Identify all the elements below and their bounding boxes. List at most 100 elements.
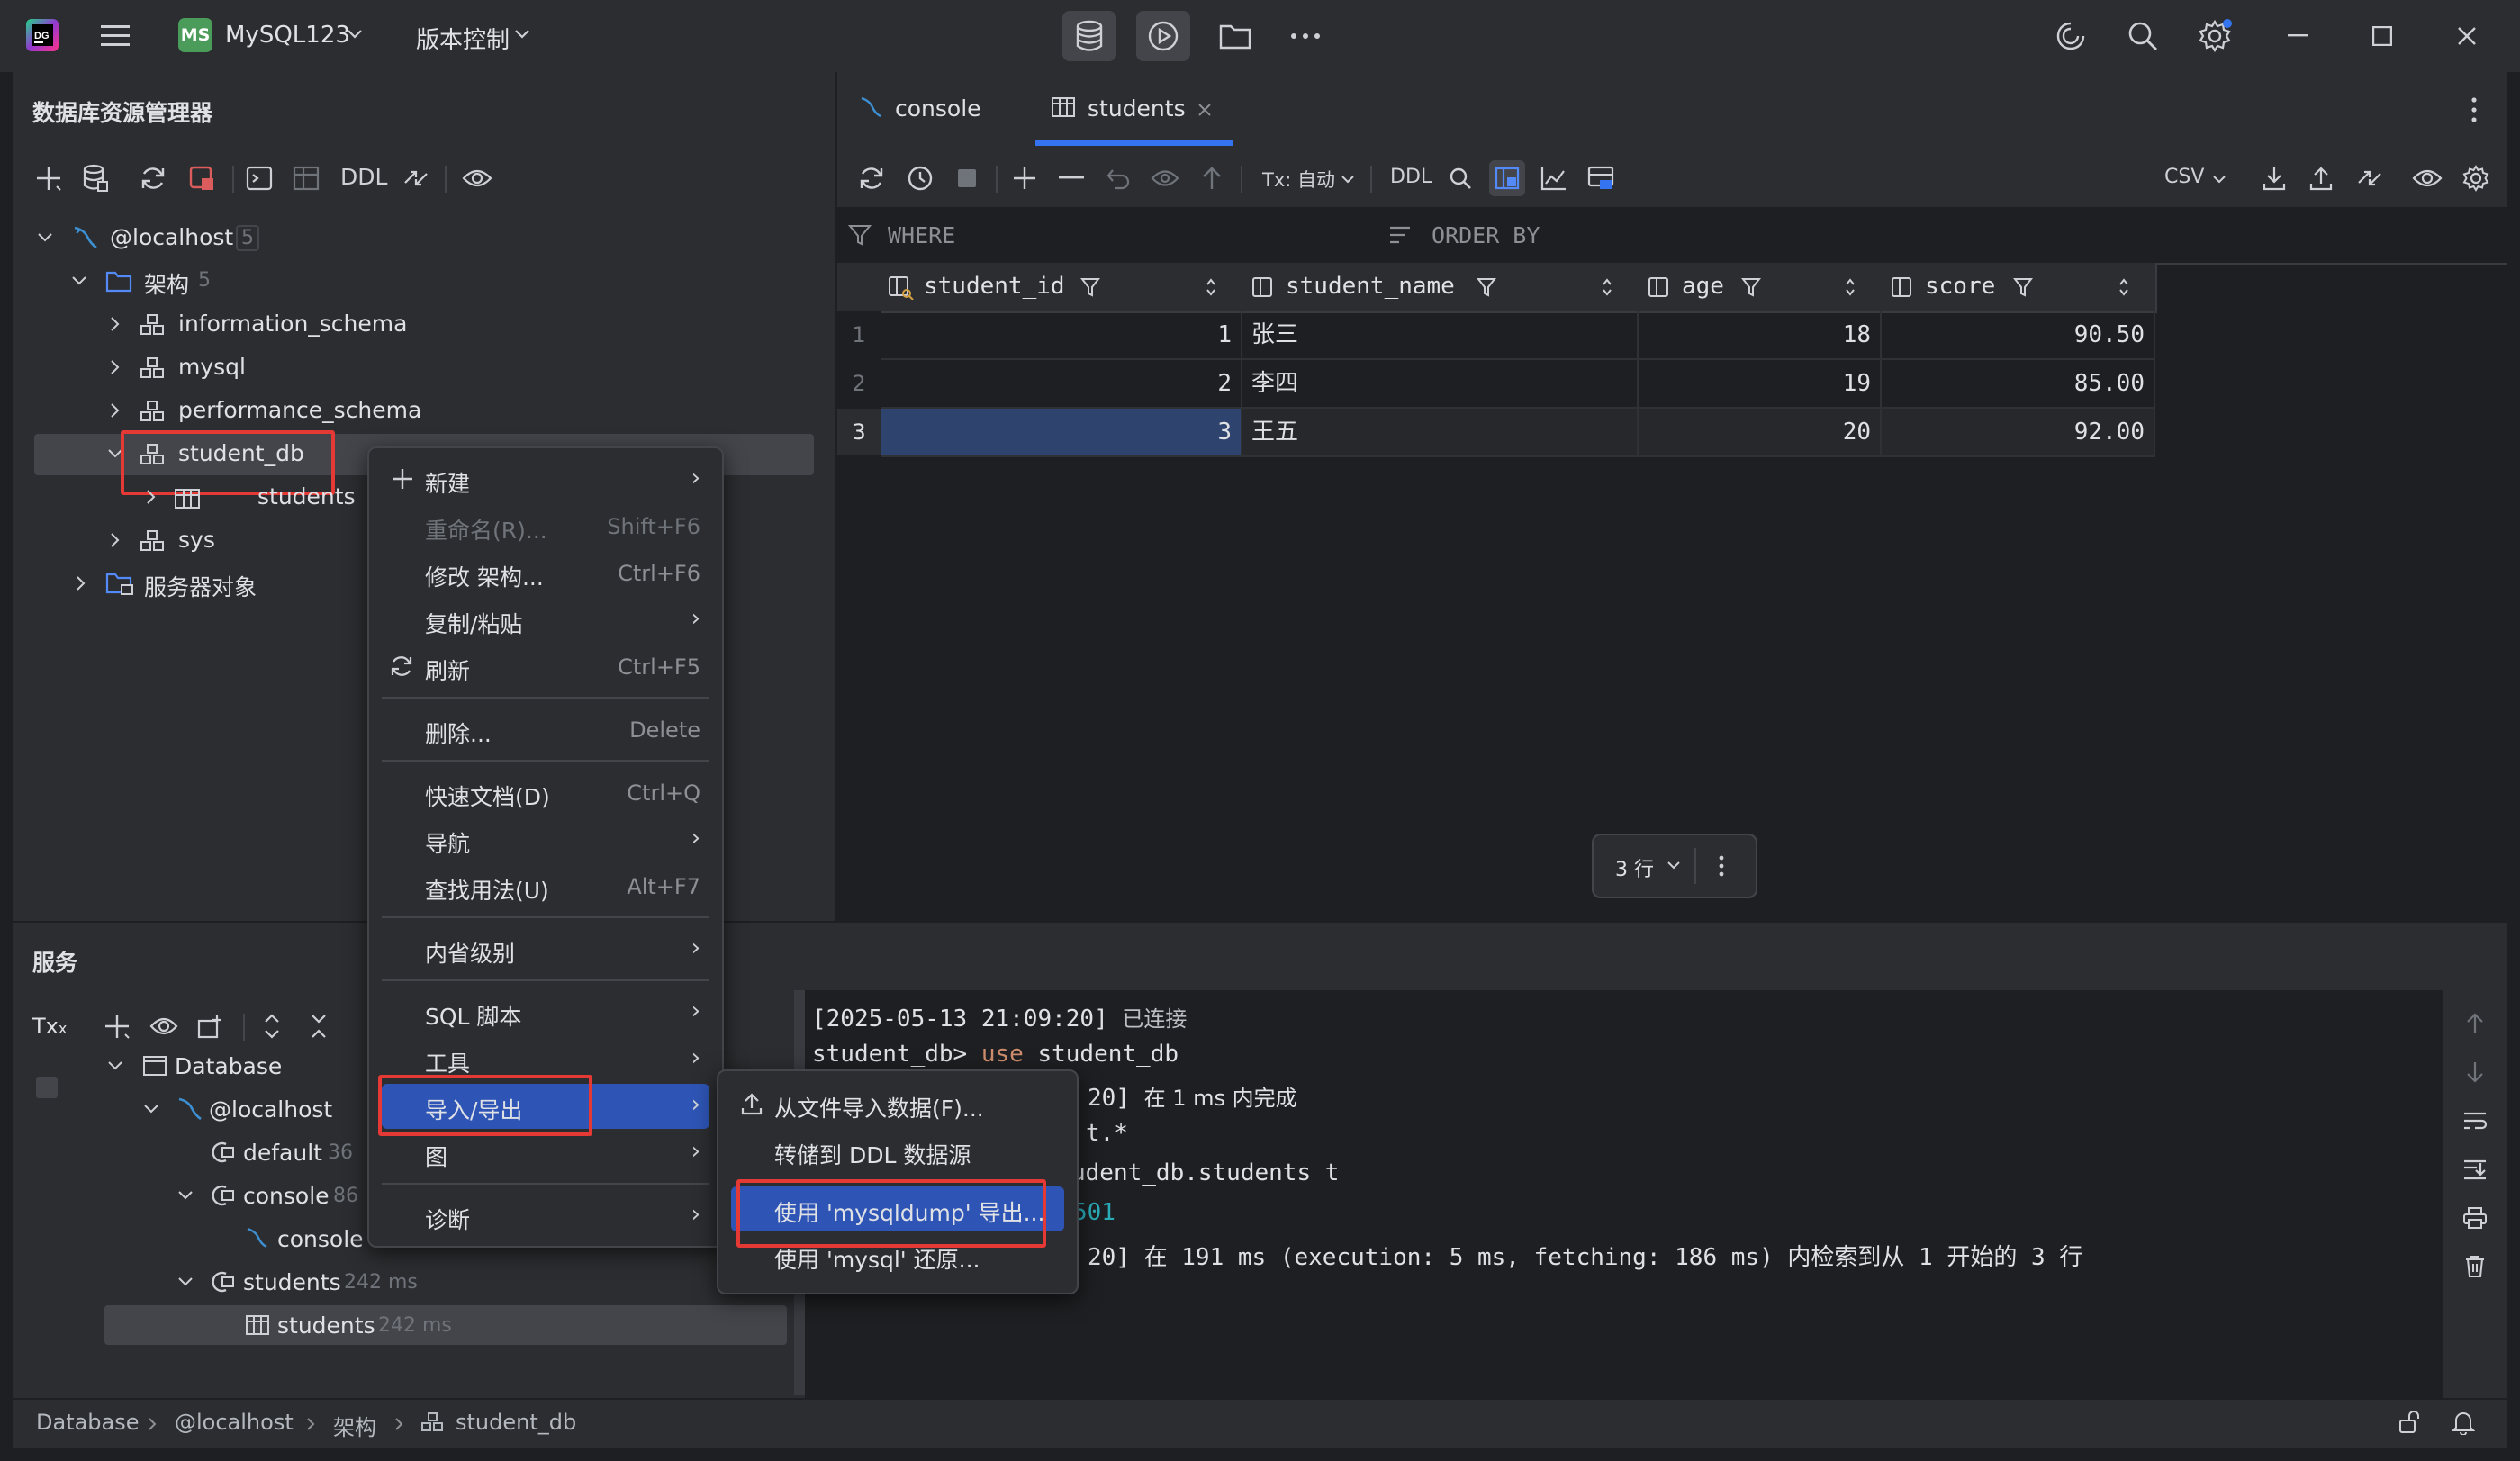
cell-score[interactable]: 90.50 [1882,311,2155,360]
breadcrumb-item[interactable]: Database [36,1410,140,1435]
menu-item-diagram[interactable]: 图 › [382,1131,709,1176]
cell-age[interactable]: 19 [1639,360,1882,409]
add-row-icon[interactable] [1008,162,1041,194]
notifications-bell-icon[interactable] [2449,1408,2478,1437]
cell-student-id[interactable]: 2 [881,360,1242,409]
row-count-selector[interactable]: 3 行 [1615,853,1654,882]
chevron-right-icon[interactable] [142,488,160,506]
ai-assistant-icon[interactable] [2051,16,2091,56]
column-header-student-id[interactable]: student_id [881,263,1244,313]
scroll-up-icon[interactable] [2461,1010,2488,1037]
cell-score[interactable]: 92.00 [1882,409,2155,457]
cell-age[interactable]: 20 [1639,409,1882,457]
chevron-right-icon[interactable] [72,574,90,592]
menu-item-new[interactable]: 新建 › [382,457,709,502]
view-options-eye-icon[interactable] [459,162,495,194]
menu-item-sql-scripts[interactable]: SQL 脚本 › [382,990,709,1035]
menu-item-introspection-level[interactable]: 内省级别 › [382,927,709,972]
cell-score[interactable]: 85.00 [1882,360,2155,409]
order-by-input[interactable]: ORDER BY [1432,222,1540,248]
chevron-down-icon[interactable] [70,272,88,290]
soft-wrap-icon[interactable] [2461,1107,2488,1134]
print-icon[interactable] [2461,1204,2488,1231]
sort-toggle-icon[interactable] [2110,274,2137,301]
submit-arrow-up-icon[interactable] [1196,162,1228,194]
menu-item-find-usages[interactable]: 查找用法(U) Alt+F7 [382,864,709,909]
menu-item-modify-schema[interactable]: 修改 架构... Ctrl+F6 [382,551,709,596]
chevron-right-icon[interactable] [106,315,124,333]
cell-student-id-selected[interactable]: 3 [881,409,1242,457]
read-only-lock-icon[interactable] [2395,1408,2424,1437]
chevron-down-icon[interactable] [36,229,54,247]
sort-toggle-icon[interactable] [1594,274,1621,301]
value-editor-toggle-icon[interactable] [1489,160,1525,196]
stop-icon[interactable] [951,162,983,194]
chevron-right-icon[interactable] [106,531,124,549]
minimize-icon[interactable] [2278,20,2317,52]
menu-item-diagnostics[interactable]: 诊断 › [382,1194,709,1239]
column-header-age[interactable]: age [1639,263,1883,313]
database-icon[interactable] [1062,11,1116,61]
where-filter-input[interactable]: WHERE [888,222,955,248]
revert-icon[interactable] [1102,162,1134,194]
collapse-all-icon[interactable] [303,1010,335,1042]
chevron-down-icon[interactable] [106,1057,124,1075]
menu-item-copy-paste[interactable]: 复制/粘贴 › [382,598,709,643]
column-header-score[interactable]: score [1882,263,2157,313]
sort-toggle-icon[interactable] [1197,274,1224,301]
chevron-right-icon[interactable] [106,358,124,376]
delete-row-icon[interactable] [1055,162,1088,194]
grid-layout-icon[interactable] [1585,162,1617,194]
scroll-down-icon[interactable] [2461,1059,2488,1086]
add-icon[interactable] [101,1010,133,1042]
more-icon[interactable] [1286,16,1325,56]
datagrip-logo-icon[interactable]: DG [23,16,61,54]
cell-age[interactable]: 18 [1639,311,1882,360]
ddl-button[interactable]: DDL [340,164,387,190]
menu-item-refresh[interactable]: 刷新 Ctrl+F5 [382,645,709,690]
data-source-properties-icon[interactable] [79,162,112,194]
cell-student-id[interactable]: 1 [881,311,1242,360]
view-eye-icon[interactable] [148,1010,180,1042]
expand-all-icon[interactable] [256,1010,288,1042]
transaction-mode-selector[interactable]: Tx: 自动 [1262,166,1335,193]
cell-student-name[interactable]: 张三 [1242,311,1639,360]
column-filter-icon[interactable] [1077,274,1104,301]
compare-icon[interactable] [2353,162,2386,194]
menu-item-navigate[interactable]: 导航 › [382,817,709,862]
upload-icon[interactable] [2305,162,2337,194]
search-icon[interactable] [1446,164,1475,193]
column-filter-icon[interactable] [1473,274,1500,301]
refresh-icon[interactable] [137,162,169,194]
column-filter-icon[interactable] [1738,274,1765,301]
history-clock-icon[interactable] [904,162,936,194]
menu-item-quick-doc[interactable]: 快速文档(D) Ctrl+Q [382,771,709,816]
breadcrumb-item[interactable]: @localhost [175,1410,294,1435]
chevron-down-icon[interactable] [176,1273,194,1291]
main-menu-icon[interactable] [97,18,133,54]
table-view-icon[interactable] [290,162,322,194]
project-name[interactable]: MySQL123 [225,22,350,49]
menu-item-rename-disabled[interactable]: 重命名(R)... Shift+F6 [382,504,709,549]
scroll-to-end-icon[interactable] [2461,1156,2488,1183]
services-run-icon[interactable] [1136,11,1190,61]
download-icon[interactable] [2258,162,2290,194]
maximize-icon[interactable] [2362,20,2402,52]
cell-student-name[interactable]: 王五 [1242,409,1639,457]
column-filter-icon[interactable] [2010,274,2037,301]
preview-pending-icon[interactable] [1149,162,1181,194]
grid-settings-gear-icon[interactable] [2458,160,2494,196]
close-window-icon[interactable] [2447,20,2487,52]
column-header-student-name[interactable]: student_name [1242,263,1640,313]
cell-student-name[interactable]: 李四 [1242,360,1639,409]
menu-item-delete[interactable]: 删除... Delete [382,708,709,753]
project-badge[interactable]: MS [178,18,212,52]
chart-icon[interactable] [1538,162,1570,194]
disconnect-icon[interactable] [185,162,218,194]
refresh-icon[interactable] [855,162,888,194]
chevron-down-icon[interactable] [142,1100,160,1118]
new-tab-icon[interactable] [194,1010,227,1042]
export-format-selector[interactable]: CSV [2164,166,2204,188]
sort-toggle-icon[interactable] [1837,274,1864,301]
search-icon[interactable] [2123,16,2163,56]
